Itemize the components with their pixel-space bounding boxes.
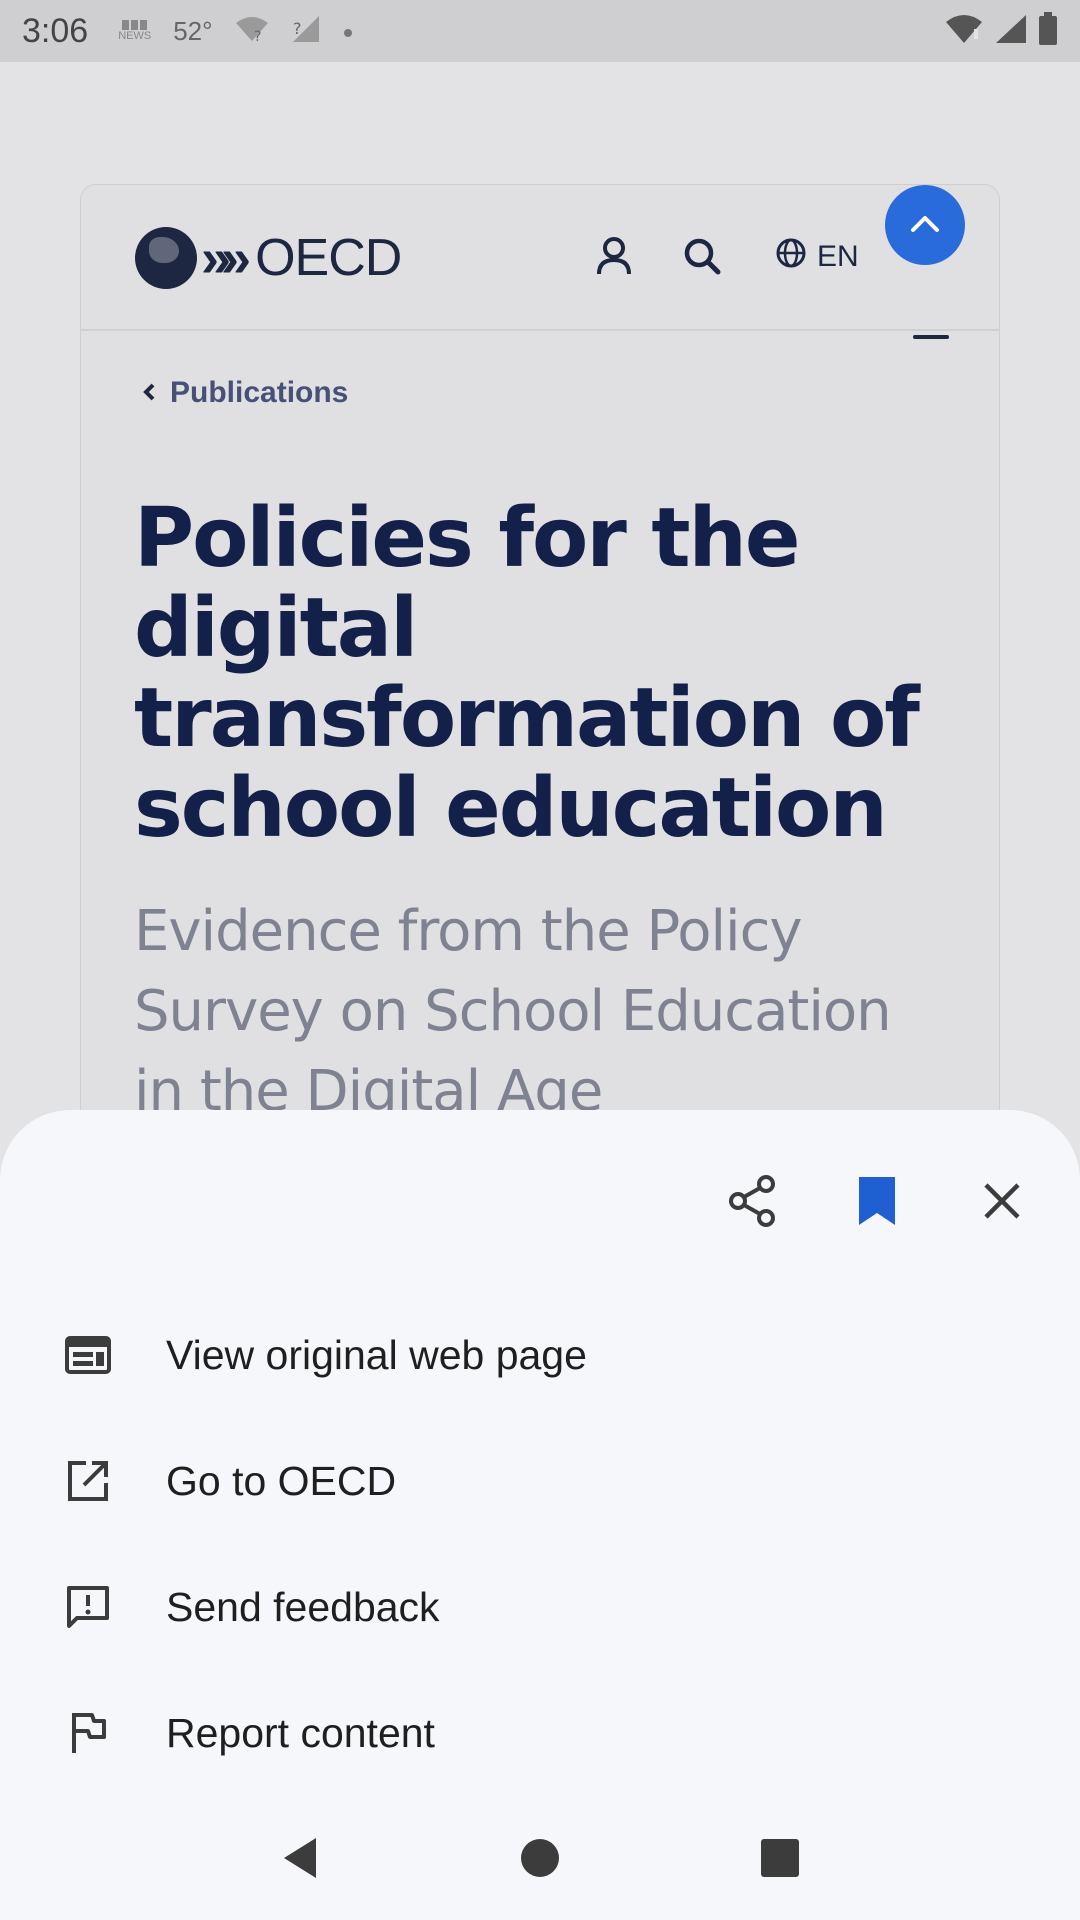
menu-item-label: View original web page xyxy=(166,1331,587,1378)
menu-item-label: Go to OECD xyxy=(166,1457,397,1504)
language-label: EN xyxy=(817,240,859,273)
close-icon xyxy=(982,1181,1022,1225)
chevron-up-icon xyxy=(910,213,940,237)
menu-item-view-original[interactable]: View original web page xyxy=(0,1292,1080,1418)
signal-icon xyxy=(994,13,1028,49)
account-icon[interactable] xyxy=(591,233,637,279)
sheet-action-bar xyxy=(689,1140,1064,1265)
page-title: Policies for the digital transformation … xyxy=(134,491,920,856)
chevrons-logo-icon: »» xyxy=(201,228,251,288)
breadcrumb[interactable]: Publications xyxy=(142,376,348,410)
recents-button[interactable] xyxy=(750,1830,810,1890)
bookmark-button[interactable] xyxy=(814,1140,939,1265)
share-button[interactable] xyxy=(689,1140,814,1265)
menu-item-label: Report content xyxy=(166,1709,435,1756)
sheet-menu: View original web page Go to OECD Send f… xyxy=(0,1292,1080,1796)
hamburger-menu-icon[interactable] xyxy=(913,335,949,339)
scroll-to-top-button[interactable] xyxy=(885,185,965,265)
chevron-left-icon xyxy=(142,376,156,410)
feedback-icon xyxy=(62,1581,114,1633)
status-bar: 3:06 NEWS 52° ? ? xyxy=(0,0,1080,62)
svg-text:?: ? xyxy=(293,19,302,38)
globe-logo-icon xyxy=(135,227,197,289)
back-button[interactable] xyxy=(270,1830,330,1890)
menu-item-report-content[interactable]: Report content xyxy=(0,1670,1080,1796)
web-page-icon xyxy=(62,1329,114,1381)
svg-text:?: ? xyxy=(254,29,261,43)
menu-item-label: Send feedback xyxy=(166,1583,440,1630)
page-subtitle: Evidence from the Policy Survey on Schoo… xyxy=(134,899,892,1124)
language-selector[interactable]: EN xyxy=(775,237,859,277)
open-external-icon xyxy=(62,1455,114,1507)
temperature-label: 52° xyxy=(173,15,213,46)
status-time: 3:06 xyxy=(22,11,89,50)
site-header: »» OECD EN xyxy=(81,185,999,331)
close-button[interactable] xyxy=(939,1140,1064,1265)
bottom-sheet: View original web page Go to OECD Send f… xyxy=(0,1110,1080,1810)
web-content: »» OECD EN Publications Policies for the… xyxy=(0,62,1080,1184)
battery-icon xyxy=(1038,12,1058,50)
home-circle-icon xyxy=(519,1837,561,1883)
wifi-question-icon: ? xyxy=(235,15,269,48)
search-icon[interactable] xyxy=(679,233,725,279)
signal-question-icon: ? xyxy=(291,14,321,49)
menu-item-go-to-site[interactable]: Go to OECD xyxy=(0,1418,1080,1544)
dot-icon xyxy=(343,19,353,43)
share-icon xyxy=(726,1174,778,1232)
wifi-icon xyxy=(944,13,984,49)
recents-square-icon xyxy=(760,1838,800,1882)
home-button[interactable] xyxy=(510,1830,570,1890)
oecd-logo[interactable]: »» OECD xyxy=(135,227,402,289)
bbc-news-icon: NEWS xyxy=(118,20,151,42)
menu-item-send-feedback[interactable]: Send feedback xyxy=(0,1544,1080,1670)
system-navigation-bar xyxy=(0,1800,1080,1920)
status-notification-icons: NEWS 52° ? ? xyxy=(118,14,352,49)
globe-icon xyxy=(775,237,807,277)
logo-text: OECD xyxy=(255,229,402,287)
bookmark-icon xyxy=(857,1175,897,1231)
breadcrumb-label: Publications xyxy=(170,376,349,409)
status-system-icons xyxy=(944,12,1058,50)
flag-icon xyxy=(62,1707,114,1759)
back-triangle-icon xyxy=(280,1836,320,1884)
